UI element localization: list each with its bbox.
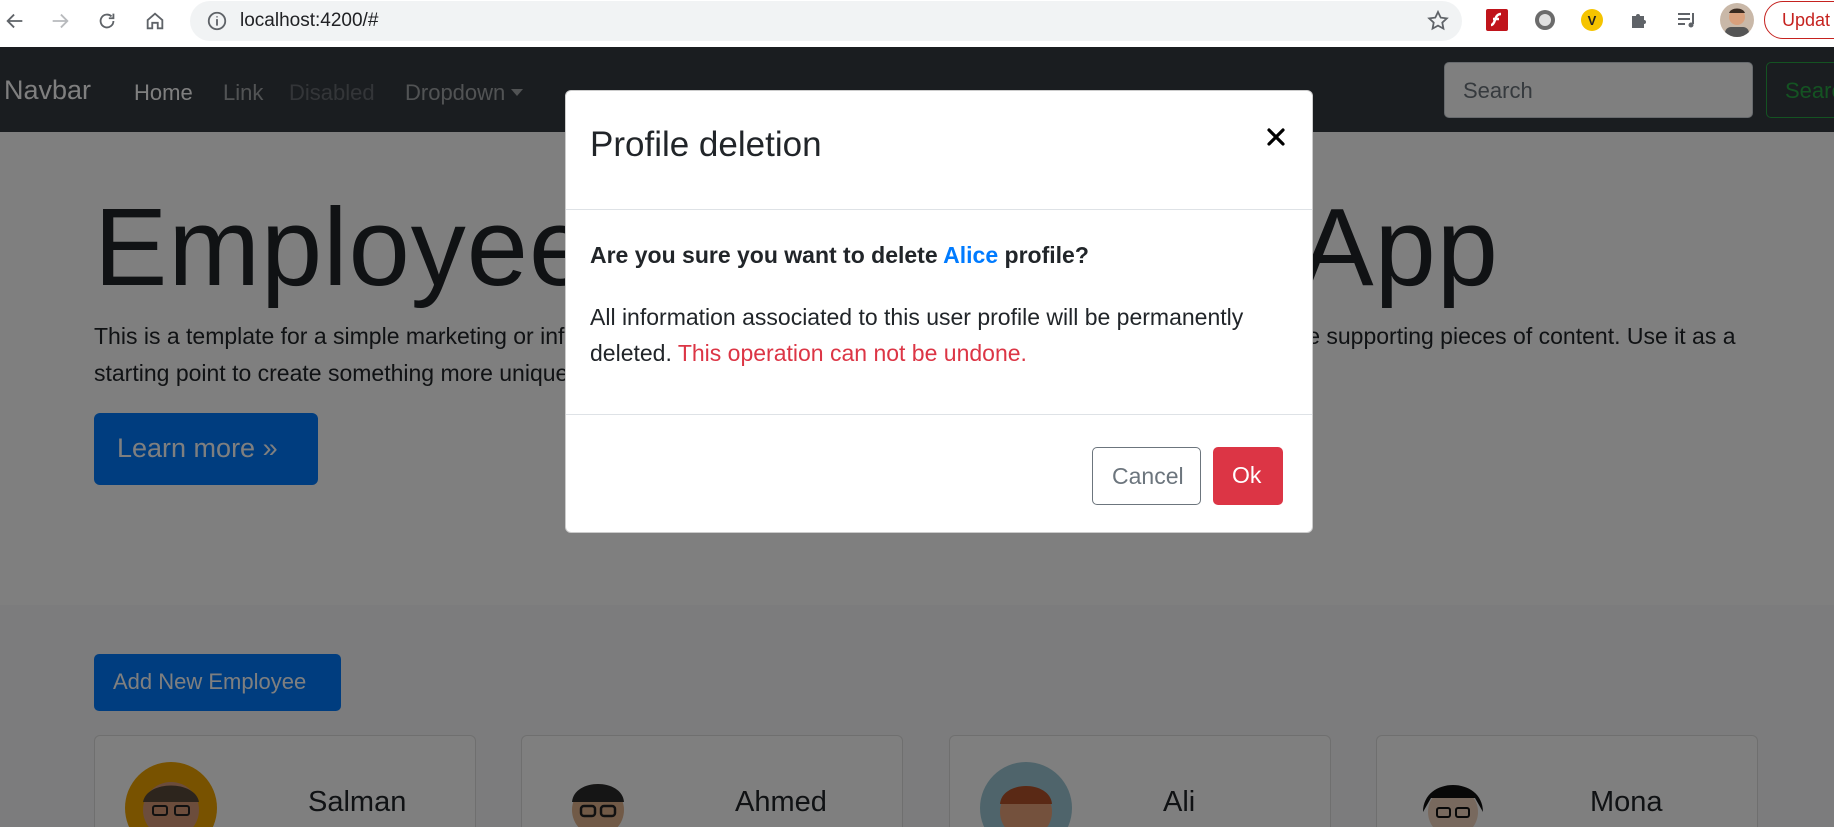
browser-toolbar: localhost:4200/# V Updat [0,0,1834,47]
deletion-info: All information associated to this user … [590,299,1290,371]
address-bar[interactable]: localhost:4200/# [190,1,1462,41]
flash-extension-icon[interactable] [1484,7,1510,33]
modal-title: Profile deletion [590,125,822,164]
bookmark-star-icon[interactable] [1426,9,1450,33]
profile-avatar[interactable] [1720,3,1754,37]
undone-warning: This operation can not be undone. [677,340,1027,366]
modal-header: Profile deletion [566,91,1312,210]
info-icon[interactable] [206,10,228,32]
delete-question: Are you sure you want to delete Alice pr… [590,242,1089,269]
svg-text:V: V [1588,13,1597,28]
forward-icon[interactable] [45,6,75,36]
ok-button[interactable]: Ok [1213,447,1283,505]
circle-extension-icon[interactable] [1532,7,1558,33]
v-extension-icon[interactable]: V [1579,7,1605,33]
modal-body: Are you sure you want to delete Alice pr… [566,210,1312,415]
media-queue-icon[interactable] [1674,7,1700,33]
profile-deletion-modal: Profile deletion Are you sure you want t… [565,90,1313,533]
cancel-button[interactable]: Cancel [1092,447,1201,505]
puzzle-extensions-icon[interactable] [1627,7,1653,33]
question-suffix: profile? [998,242,1089,268]
profile-name: Alice [943,242,999,268]
update-button[interactable]: Updat [1764,1,1834,39]
question-prefix: Are you sure you want to delete [590,242,944,268]
reload-icon[interactable] [92,6,122,36]
close-icon[interactable] [1260,121,1292,153]
url-text[interactable]: localhost:4200/# [240,10,378,32]
home-icon[interactable] [140,6,170,36]
back-icon[interactable] [0,6,30,36]
